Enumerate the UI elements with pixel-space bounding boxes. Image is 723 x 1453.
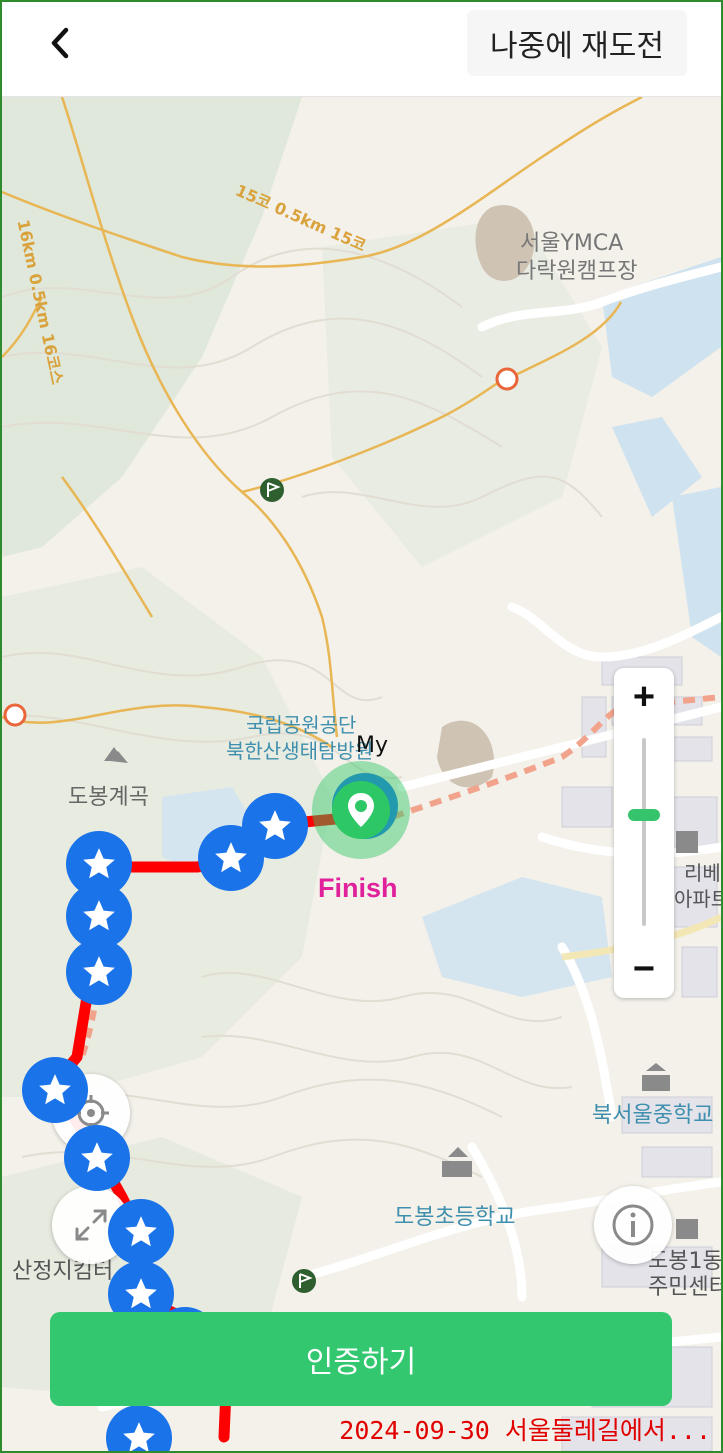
chevron-left-icon (51, 27, 69, 59)
star-icon (125, 1216, 157, 1247)
zoom-track[interactable] (642, 738, 646, 926)
star-icon (123, 1422, 155, 1451)
stamp-marker[interactable] (108, 1199, 174, 1265)
star-icon (81, 1142, 113, 1173)
top-bar: 나중에 재도전 (2, 2, 721, 97)
back-button[interactable] (32, 20, 88, 66)
verify-button[interactable]: 인증하기 (50, 1312, 672, 1406)
stamp-marker[interactable] (64, 1125, 130, 1191)
map-label-park-2: 북한산생태탐방원 (226, 739, 374, 763)
map-label-dobong-elementary: 도봉초등학교 (394, 1205, 516, 1230)
info-icon (612, 1204, 654, 1246)
map-label-apt-1: 리베 (684, 861, 721, 885)
star-icon (83, 956, 115, 987)
stamp-marker[interactable] (22, 1057, 88, 1123)
star-icon (39, 1074, 71, 1105)
info-button[interactable] (594, 1186, 672, 1264)
map-label-apt-2: 아파트 (674, 887, 721, 911)
map-label-dobong1-2: 주민센터 (648, 1275, 721, 1300)
map-label-north-seoul-school: 북서울중학교 (592, 1103, 714, 1128)
map-view[interactable]: 서울YMCA 다락원캠프장 국립공원공단 북한산생태탐방원 도봉계곡 북서울중학… (2, 97, 721, 1451)
star-icon (83, 900, 115, 931)
map-label-dobong-valley: 도봉계곡 (68, 785, 149, 810)
finish-label: Finish (318, 873, 398, 903)
my-location-label: My (356, 733, 389, 758)
map-pin-icon (348, 793, 374, 827)
retry-later-button[interactable]: 나중에 재도전 (467, 10, 687, 76)
map-label-park-1: 국립공원공단 (246, 713, 357, 737)
zoom-control: + − (614, 668, 674, 998)
expand-icon (75, 1209, 107, 1241)
star-icon (259, 810, 291, 841)
stamp-marker[interactable] (66, 939, 132, 1005)
star-icon (83, 848, 115, 879)
star-icon (215, 842, 247, 873)
zoom-out-button[interactable]: − (614, 940, 674, 998)
finish-marker[interactable] (312, 761, 410, 859)
zoom-in-button[interactable]: + (614, 668, 674, 726)
date-caption: 2024-09-30 서울둘레길에서... (339, 1416, 711, 1445)
stamp-marker[interactable] (242, 793, 308, 859)
map-label-ymca-2: 다락원캠프장 (516, 259, 638, 284)
zoom-slider-handle[interactable] (628, 808, 660, 821)
star-icon (125, 1278, 157, 1309)
